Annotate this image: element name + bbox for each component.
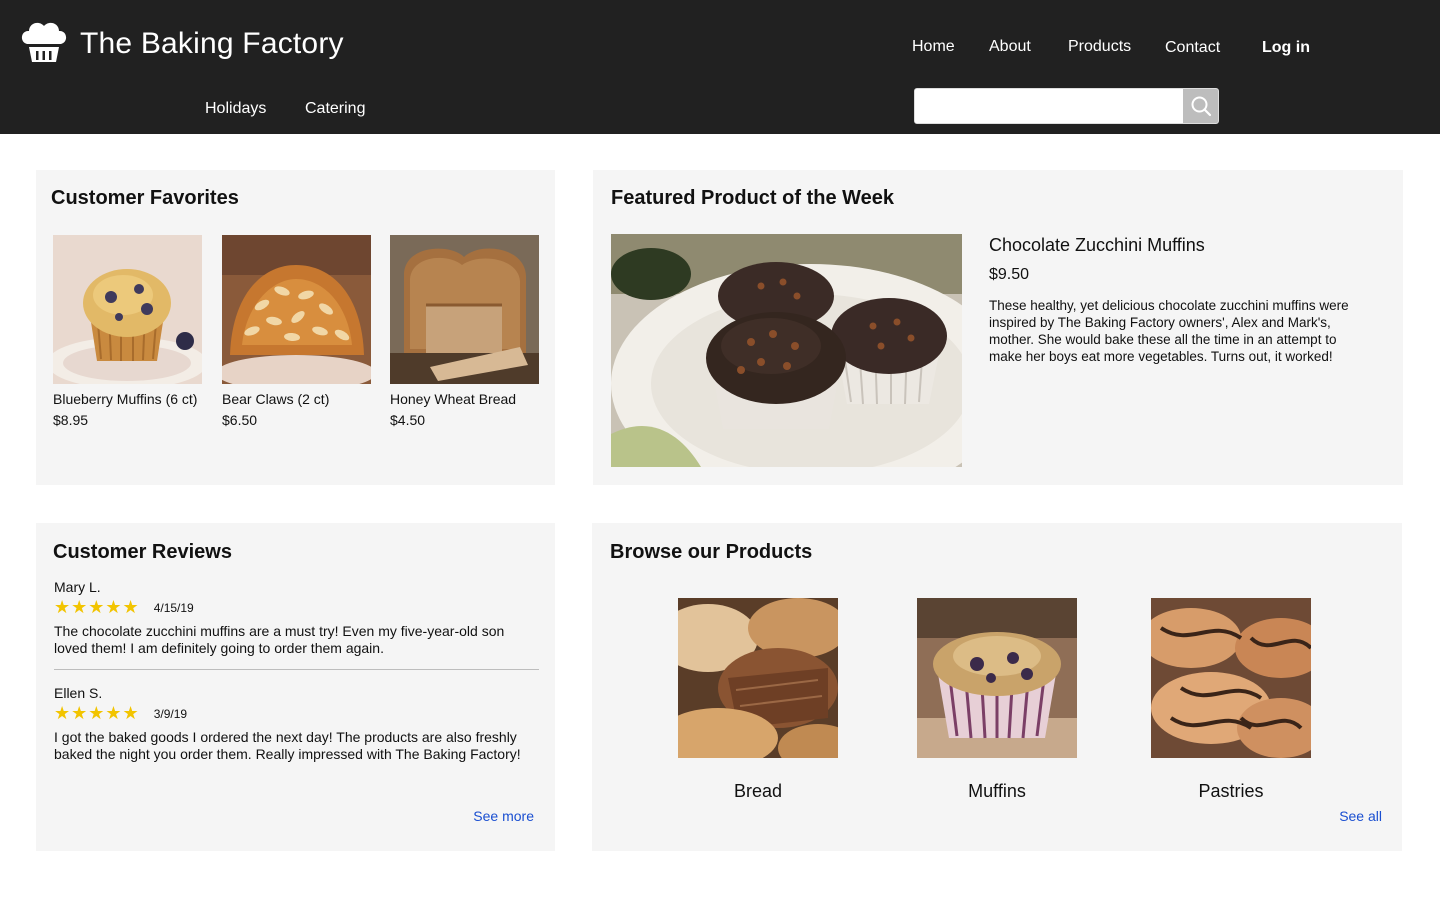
star-rating: ★★★★★ [54, 597, 140, 617]
honey-wheat-bread-image [390, 235, 539, 384]
star-rating: ★★★★★ [54, 703, 140, 723]
favorite-item-price: $4.50 [390, 412, 426, 428]
category-muffins[interactable]: Muffins [917, 598, 1077, 802]
login-link[interactable]: Log in [1262, 39, 1310, 57]
review-divider [54, 669, 539, 670]
featured-product-title: Featured Product of the Week [611, 187, 895, 209]
review-text: I got the baked goods I ordered the next… [54, 729, 521, 762]
customer-reviews-panel: Customer Reviews Mary L. ★★★★★ 4/15/19 T… [36, 523, 555, 851]
nav-products[interactable]: Products [1068, 38, 1131, 56]
customer-reviews-title: Customer Reviews [53, 541, 232, 563]
favorite-item-price: $6.50 [222, 412, 258, 428]
nav-catering[interactable]: Catering [305, 100, 365, 118]
nav-about[interactable]: About [989, 38, 1031, 56]
browse-products-panel: Browse our Products Bread Muffins Pastri… [592, 523, 1402, 851]
brand-name[interactable]: The Baking Factory [80, 27, 344, 61]
review-author: Ellen S. [54, 685, 103, 701]
pastries-image [1151, 598, 1311, 758]
category-label: Muffins [968, 781, 1026, 801]
review-item: Mary L. ★★★★★ 4/15/19 The chocolate zucc… [54, 579, 540, 657]
search-input[interactable] [915, 89, 1184, 123]
chocolate-zucchini-muffins-image[interactable] [611, 234, 962, 467]
category-pastries[interactable]: Pastries [1151, 598, 1311, 802]
see-all-products-link[interactable]: See all [1339, 808, 1382, 824]
favorite-item-blueberry-muffins[interactable]: Blueberry Muffins (6 ct) $8.95 [53, 235, 203, 428]
category-label: Pastries [1198, 781, 1264, 801]
bread-image [678, 598, 838, 758]
favorite-item-name: Blueberry Muffins (6 ct) [53, 391, 198, 407]
featured-product-panel: Featured Product of the Week Chocolate Z… [593, 170, 1403, 485]
review-date: 4/15/19 [153, 600, 194, 615]
muffins-image [917, 598, 1077, 758]
category-label: Bread [733, 781, 783, 801]
blueberry-muffin-image [53, 235, 202, 384]
featured-product-name[interactable]: Chocolate Zucchini Muffins [989, 235, 1205, 256]
favorite-item-name: Honey Wheat Bread [390, 391, 517, 407]
nav-home[interactable]: Home [912, 38, 955, 56]
browse-products-title: Browse our Products [610, 541, 813, 563]
search-icon [1191, 96, 1211, 117]
nav-contact[interactable]: Contact [1165, 39, 1220, 57]
category-bread[interactable]: Bread [678, 598, 838, 802]
featured-product-price: $9.50 [989, 266, 1030, 283]
customer-favorites-panel: Customer Favorites Blueberry Muffins (6 … [36, 170, 555, 485]
review-text: The chocolate zucchini muffins are a mus… [54, 623, 505, 656]
search-button[interactable] [1183, 89, 1218, 123]
favorite-item-name: Bear Claws (2 ct) [222, 391, 330, 407]
review-date: 3/9/19 [153, 706, 188, 721]
site-header: The Baking Factory Home About Products C… [0, 0, 1440, 134]
review-author: Mary L. [54, 579, 101, 595]
favorite-item-price: $8.95 [53, 412, 89, 428]
favorite-item-honey-wheat-bread[interactable]: Honey Wheat Bread $4.50 [390, 235, 540, 428]
bear-claws-image [222, 235, 371, 384]
cupcake-icon[interactable] [21, 20, 67, 64]
customer-favorites-title: Customer Favorites [51, 187, 239, 209]
search-bar [914, 88, 1219, 124]
favorite-item-bear-claws[interactable]: Bear Claws (2 ct) $6.50 [222, 235, 372, 428]
nav-holidays[interactable]: Holidays [205, 100, 266, 118]
review-item: Ellen S. ★★★★★ 3/9/19 I got the baked go… [54, 685, 540, 763]
see-more-reviews-link[interactable]: See more [473, 808, 534, 824]
featured-product-description: These healthy, yet delicious chocolate z… [989, 298, 1349, 364]
